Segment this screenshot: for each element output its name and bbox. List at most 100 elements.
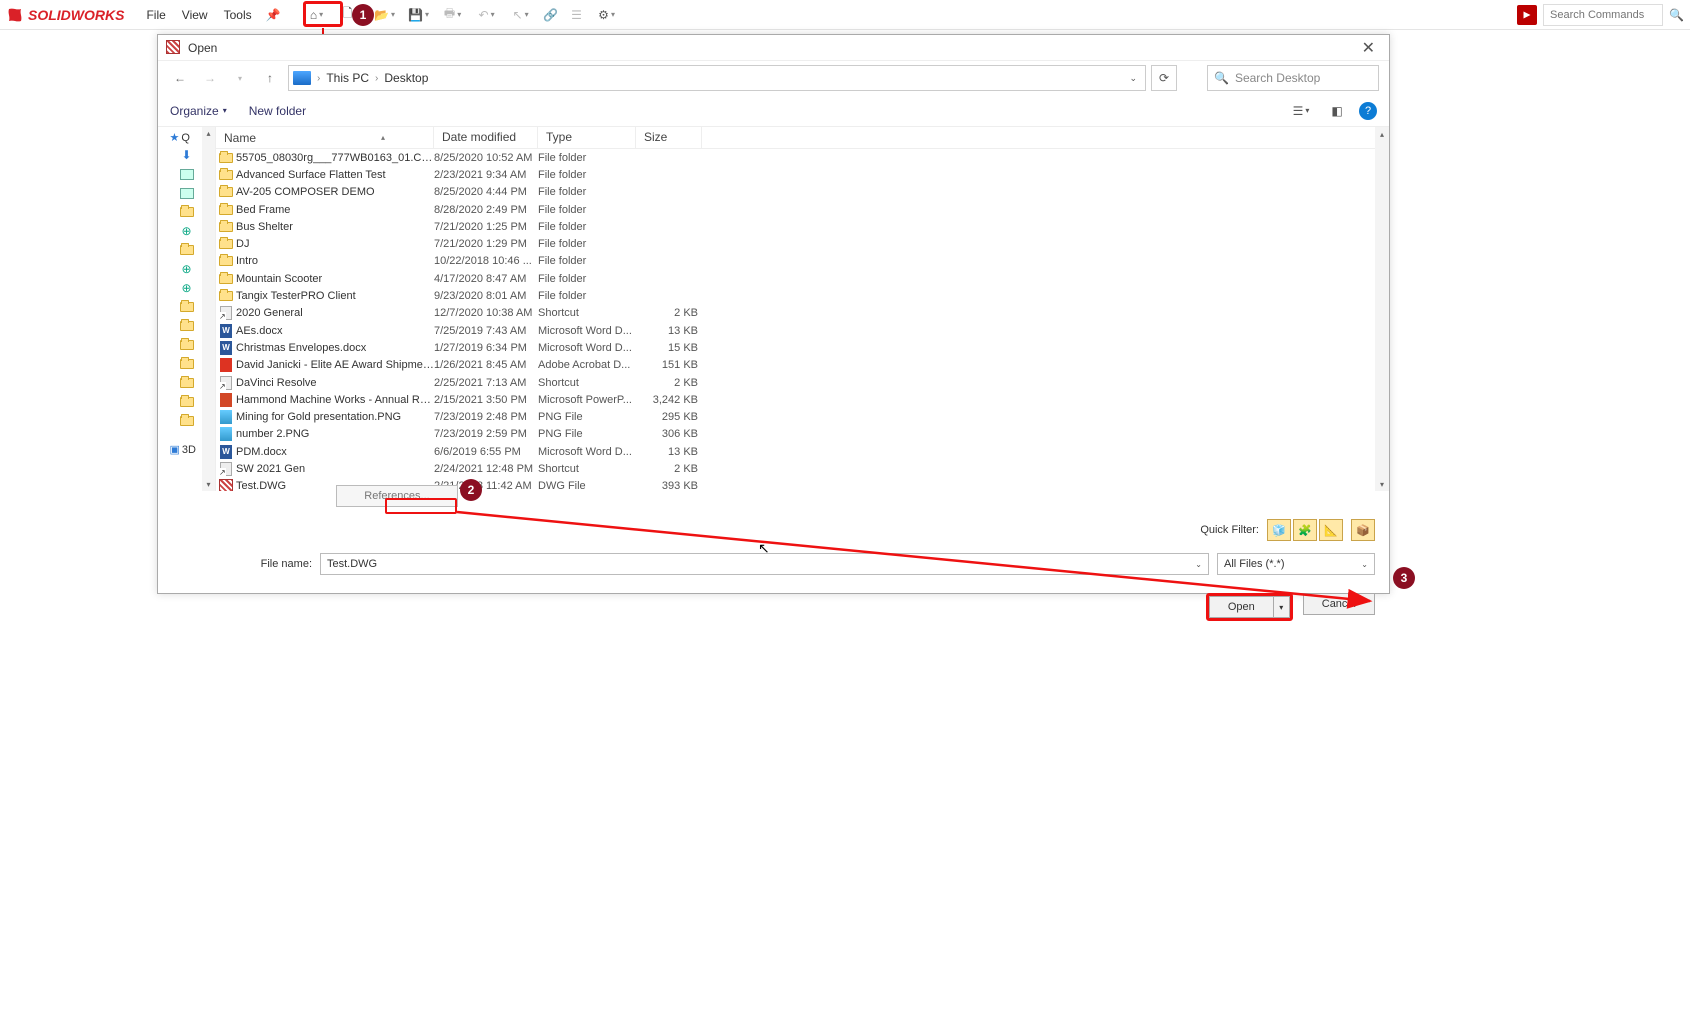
qf-drawing-button[interactable]: 📐 xyxy=(1319,519,1343,541)
new-button[interactable]: 🗋▾ xyxy=(335,3,367,27)
sidebar-item[interactable]: ⊕ xyxy=(178,261,196,277)
file-date: 8/25/2020 4:44 PM xyxy=(434,186,538,198)
sidebar-item[interactable]: ⬇ xyxy=(178,147,196,163)
col-size[interactable]: Size xyxy=(636,127,702,148)
file-row[interactable]: Tangix TesterPRO Client9/23/2020 8:01 AM… xyxy=(216,287,1389,304)
file-row[interactable]: Intro10/22/2018 10:46 ...File folder xyxy=(216,253,1389,270)
sidebar-item[interactable] xyxy=(178,242,196,258)
file-date: 1/27/2019 6:34 PM xyxy=(434,342,538,354)
sidebar-3d[interactable]: ▣3D xyxy=(170,443,204,456)
breadcrumb[interactable]: › This PC › Desktop ⌄ xyxy=(288,65,1146,91)
sidebar-item[interactable] xyxy=(178,356,196,372)
file-row[interactable]: WPDM.docx6/6/2019 6:55 PMMicrosoft Word … xyxy=(216,443,1389,460)
file-row[interactable]: DaVinci Resolve2/25/2021 7:13 AMShortcut… xyxy=(216,374,1389,391)
nav-up-button[interactable]: ↑ xyxy=(258,66,282,90)
undo-button[interactable]: ↶▾ xyxy=(471,3,503,27)
view-mode-button[interactable]: ☰ ▾ xyxy=(1287,100,1315,122)
file-size: 295 KB xyxy=(636,411,702,423)
rebuild-button[interactable]: 🔗 xyxy=(539,3,563,27)
sidebar-scrollbar[interactable]: ▴▾ xyxy=(202,127,215,491)
sidebar-item[interactable] xyxy=(178,337,196,353)
file-row[interactable]: WChristmas Envelopes.docx1/27/2019 6:34 … xyxy=(216,339,1389,356)
menu-file[interactable]: File xyxy=(138,8,173,22)
file-row[interactable]: David Janicki - Elite AE Award Shipment … xyxy=(216,357,1389,374)
file-row[interactable]: Mountain Scooter4/17/2020 8:47 AMFile fo… xyxy=(216,270,1389,287)
file-row[interactable]: AV-205 COMPOSER DEMO8/25/2020 4:44 PMFil… xyxy=(216,184,1389,201)
file-date: 8/25/2020 10:52 AM xyxy=(434,152,538,164)
file-row[interactable]: Bus Shelter7/21/2020 1:25 PMFile folder xyxy=(216,218,1389,235)
sidebar-item[interactable]: ⊕ xyxy=(178,280,196,296)
file-size: 2 KB xyxy=(636,463,702,475)
sidebar-item[interactable] xyxy=(178,166,196,182)
sidebar-item[interactable] xyxy=(178,318,196,334)
dialog-open-button[interactable]: Open xyxy=(1209,596,1274,618)
qf-part-button[interactable]: 🧊 xyxy=(1267,519,1291,541)
sidebar-item[interactable] xyxy=(178,394,196,410)
preview-pane-button[interactable]: ◧ xyxy=(1323,100,1351,122)
file-row[interactable]: Mining for Gold presentation.PNG7/23/201… xyxy=(216,408,1389,425)
menu-view[interactable]: View xyxy=(174,8,216,22)
nav-recent-button[interactable]: ▾ xyxy=(228,66,252,90)
sidebar-item[interactable] xyxy=(178,413,196,429)
save-button[interactable]: 💾▾ xyxy=(403,3,435,27)
options-list-button[interactable]: ☰ xyxy=(565,3,589,27)
qf-asm-button[interactable]: 🧩 xyxy=(1293,519,1317,541)
file-size: 393 KB xyxy=(636,480,702,491)
file-type: Microsoft Word D... xyxy=(538,342,636,354)
shortcut-icon xyxy=(216,306,236,320)
settings-button[interactable]: ⚙▾ xyxy=(591,3,623,27)
qf-toplevel-button[interactable]: 📦 xyxy=(1351,519,1375,541)
dialog-nav-row: ← → ▾ ↑ › This PC › Desktop ⌄ ⟳ 🔍 Search… xyxy=(158,61,1389,95)
breadcrumb-desktop[interactable]: Desktop xyxy=(380,71,432,85)
filetype-dropdown-icon[interactable]: ⌄ xyxy=(1361,560,1368,569)
col-name[interactable]: Name▴ xyxy=(216,127,434,148)
file-row[interactable]: DJ7/21/2020 1:29 PMFile folder xyxy=(216,235,1389,252)
help-button[interactable]: ? xyxy=(1359,102,1377,120)
open-button[interactable]: 📂▾ xyxy=(369,3,401,27)
file-type: Shortcut xyxy=(538,377,636,389)
nav-back-button[interactable]: ← xyxy=(168,66,192,90)
sidebar-item[interactable] xyxy=(178,299,196,315)
home-button[interactable]: ⌂▾ xyxy=(301,3,333,27)
file-row[interactable]: Advanced Surface Flatten Test2/23/2021 9… xyxy=(216,166,1389,183)
pin-icon[interactable]: 📌 xyxy=(266,8,281,22)
file-row[interactable]: WAEs.docx7/25/2019 7:43 AMMicrosoft Word… xyxy=(216,322,1389,339)
refresh-button[interactable]: ⟳ xyxy=(1151,65,1177,91)
file-row[interactable]: Hammond Machine Works - Annual Revi...2/… xyxy=(216,391,1389,408)
filelist-scrollbar[interactable]: ▴▾ xyxy=(1375,127,1389,491)
nav-forward-button[interactable]: → xyxy=(198,66,222,90)
file-row[interactable]: number 2.PNG7/23/2019 2:59 PMPNG File306… xyxy=(216,426,1389,443)
breadcrumb-thispc[interactable]: This PC xyxy=(322,71,373,85)
new-folder-button[interactable]: New folder xyxy=(249,104,306,118)
filetype-combo[interactable]: All Files (*.*) ⌄ xyxy=(1217,553,1375,575)
file-date: 7/21/2020 1:29 PM xyxy=(434,238,538,250)
organize-button[interactable]: Organize ▾ xyxy=(170,104,227,118)
filename-dropdown-icon[interactable]: ⌄ xyxy=(1195,560,1202,569)
magnifier-icon[interactable]: 🔍 xyxy=(1669,8,1684,22)
sidebar-item[interactable]: ⊕ xyxy=(178,223,196,239)
dialog-cancel-button[interactable]: Cancel xyxy=(1303,593,1375,615)
sidebar-item[interactable] xyxy=(178,204,196,220)
references-button[interactable]: References... xyxy=(336,485,458,507)
print-button[interactable]: 🖶▾ xyxy=(437,3,469,27)
file-name: Bed Frame xyxy=(236,204,434,216)
menu-tools[interactable]: Tools xyxy=(216,8,260,22)
file-row[interactable]: 55705_08030rg___777WB0163_01.CATPro...8/… xyxy=(216,149,1389,166)
folder-search[interactable]: 🔍 Search Desktop xyxy=(1207,65,1379,91)
search-commands-input[interactable] xyxy=(1543,4,1663,26)
file-row[interactable]: Bed Frame8/28/2020 2:49 PMFile folder xyxy=(216,201,1389,218)
sidebar-item[interactable] xyxy=(178,185,196,201)
sidebar-item[interactable] xyxy=(178,375,196,391)
col-type[interactable]: Type xyxy=(538,127,636,148)
dialog-open-split[interactable]: ▾ xyxy=(1274,596,1290,618)
file-name: Hammond Machine Works - Annual Revi... xyxy=(236,394,434,406)
sidebar-quick[interactable]: ★Q xyxy=(170,131,204,144)
file-row[interactable]: SW 2021 Gen2/24/2021 12:48 PMShortcut2 K… xyxy=(216,460,1389,477)
breadcrumb-dropdown[interactable]: ⌄ xyxy=(1129,73,1141,84)
filename-input[interactable]: Test.DWG ⌄ xyxy=(320,553,1209,575)
file-date: 2/24/2021 12:48 PM xyxy=(434,463,538,475)
select-button[interactable]: ↖▾ xyxy=(505,3,537,27)
file-row[interactable]: 2020 General12/7/2020 10:38 AMShortcut2 … xyxy=(216,305,1389,322)
col-date[interactable]: Date modified xyxy=(434,127,538,148)
dialog-close-button[interactable]: ✕ xyxy=(1356,38,1381,58)
